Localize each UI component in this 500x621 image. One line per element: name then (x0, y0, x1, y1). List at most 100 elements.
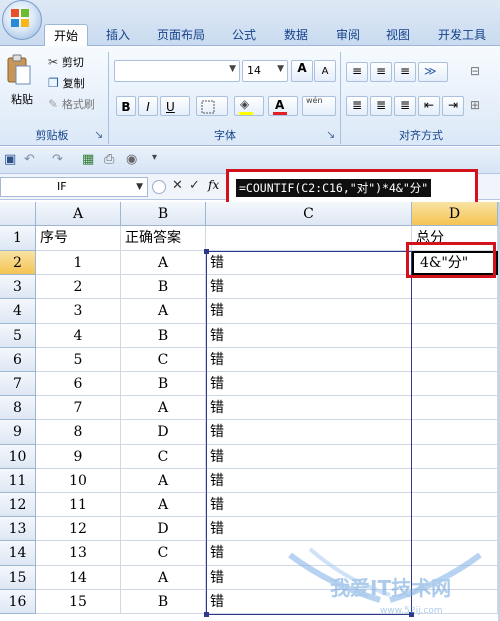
cell-result[interactable]: 错 (206, 275, 412, 299)
cell-sequence[interactable]: 15 (36, 590, 121, 614)
row-header[interactable]: 1 (0, 226, 36, 251)
wrap-text-icon[interactable]: ⊟ (470, 64, 498, 82)
font-name-combo[interactable]: ▼ (114, 60, 240, 82)
column-header-c[interactable]: C (206, 202, 412, 226)
range-handle[interactable] (409, 612, 414, 617)
grow-font-button[interactable]: A (291, 60, 313, 82)
cell-d[interactable] (412, 590, 498, 614)
cell-answer[interactable]: B (121, 372, 206, 396)
row-header[interactable]: 7 (0, 372, 36, 396)
cell-sequence[interactable]: 4 (36, 324, 121, 348)
cell-result[interactable]: 错 (206, 251, 412, 275)
print-preview-icon[interactable]: ⎙ (104, 152, 114, 167)
merge-center-icon[interactable]: ⊞ (470, 98, 498, 116)
borders-button[interactable] (196, 96, 228, 116)
cell-answer[interactable]: C (121, 348, 206, 372)
insert-function-icon[interactable]: fx (208, 178, 219, 192)
cell-sequence[interactable]: 7 (36, 396, 121, 420)
tab-formulas[interactable]: 公式 (222, 24, 266, 46)
cell-answer[interactable]: A (121, 396, 206, 420)
cell-sequence[interactable]: 5 (36, 348, 121, 372)
cell-d[interactable] (412, 420, 498, 445)
align-bottom-button[interactable]: ≡ (394, 62, 416, 82)
paste-button[interactable]: 粘贴 (6, 54, 38, 114)
name-box[interactable]: IF ▼ (0, 177, 148, 197)
increase-indent-button[interactable]: ⇥ (442, 96, 464, 116)
cell-result[interactable]: 错 (206, 396, 412, 420)
cell-sequence[interactable]: 2 (36, 275, 121, 299)
cell-answer[interactable]: B (121, 324, 206, 348)
cell-d[interactable] (412, 517, 498, 541)
tab-view[interactable]: 视图 (376, 24, 420, 46)
undo-icon[interactable]: ↶ (24, 152, 35, 167)
row-header[interactable]: 5 (0, 324, 36, 348)
cell-answer[interactable]: A (121, 493, 206, 517)
cell-answer[interactable]: B (121, 275, 206, 299)
cell-d[interactable] (412, 372, 498, 396)
font-size-combo[interactable]: 14 ▼ (242, 60, 288, 82)
row-header[interactable]: 4 (0, 299, 36, 324)
cell-sequence[interactable]: 14 (36, 566, 121, 590)
active-cell-d2[interactable]: 4&"分" (412, 251, 498, 275)
redo-icon[interactable]: ↷ (52, 152, 63, 167)
row-header[interactable]: 15 (0, 566, 36, 590)
save-icon[interactable]: ▣ (4, 152, 16, 167)
cell-answer[interactable]: A (121, 299, 206, 324)
range-handle[interactable] (204, 249, 209, 254)
header-cell-total[interactable]: 总分 (412, 226, 498, 251)
cell-sequence[interactable]: 3 (36, 299, 121, 324)
align-right-button[interactable]: ≣ (394, 96, 416, 116)
cell-result[interactable]: 错 (206, 566, 412, 590)
row-header[interactable]: 6 (0, 348, 36, 372)
cell-result[interactable]: 错 (206, 493, 412, 517)
enter-icon[interactable]: ✓ (189, 178, 200, 193)
camera-icon[interactable]: ◉ (126, 152, 137, 167)
cell-answer[interactable]: A (121, 566, 206, 590)
cell-result[interactable]: 错 (206, 541, 412, 566)
cell-d[interactable] (412, 324, 498, 348)
align-left-button[interactable]: ≣ (346, 96, 368, 116)
cell-answer[interactable]: A (121, 469, 206, 493)
cell-sequence[interactable]: 1 (36, 251, 121, 275)
row-header[interactable]: 3 (0, 275, 36, 299)
cell-result[interactable]: 错 (206, 324, 412, 348)
row-header[interactable]: 11 (0, 469, 36, 493)
cell-result[interactable]: 错 (206, 517, 412, 541)
cell-d[interactable] (412, 541, 498, 566)
cell-result[interactable]: 错 (206, 590, 412, 614)
cell-d[interactable] (412, 469, 498, 493)
shrink-font-button[interactable]: A (314, 60, 336, 82)
select-all-corner[interactable] (0, 202, 36, 226)
fill-color-button[interactable]: ◈ (234, 96, 264, 116)
cell-sequence[interactable]: 10 (36, 469, 121, 493)
cell-d[interactable] (412, 348, 498, 372)
cancel-icon[interactable]: ✕ (172, 178, 183, 193)
bold-button[interactable]: B (116, 96, 136, 116)
cell-answer[interactable]: D (121, 420, 206, 445)
row-header[interactable]: 12 (0, 493, 36, 517)
cell-d[interactable] (412, 396, 498, 420)
cell-answer[interactable]: B (121, 590, 206, 614)
column-header-d[interactable]: D (412, 202, 498, 226)
row-header[interactable]: 10 (0, 445, 36, 469)
decrease-indent-button[interactable]: ⇤ (418, 96, 440, 116)
column-header-b[interactable]: B (121, 202, 206, 226)
cell-result[interactable]: 错 (206, 299, 412, 324)
cell-sequence[interactable]: 13 (36, 541, 121, 566)
cell-answer[interactable]: C (121, 541, 206, 566)
header-cell-sequence[interactable]: 序号 (36, 226, 121, 251)
copy-button[interactable]: ❐ 复制 (48, 75, 108, 93)
header-cell-c[interactable] (206, 226, 412, 251)
align-center-button[interactable]: ≣ (370, 96, 392, 116)
font-color-button[interactable]: A (268, 96, 298, 116)
column-header-a[interactable]: A (36, 202, 121, 226)
customize-toolbar-icon[interactable]: ▾ (152, 152, 157, 163)
cell-d[interactable] (412, 566, 498, 590)
phonetic-button[interactable]: wén (302, 96, 336, 116)
cell-sequence[interactable]: 6 (36, 372, 121, 396)
cell-sequence[interactable]: 9 (36, 445, 121, 469)
row-header[interactable]: 8 (0, 396, 36, 420)
cell-answer[interactable]: A (121, 251, 206, 275)
spreadsheet-icon[interactable]: ▦ (82, 152, 94, 167)
font-launcher-icon[interactable]: ↘ (326, 128, 335, 141)
